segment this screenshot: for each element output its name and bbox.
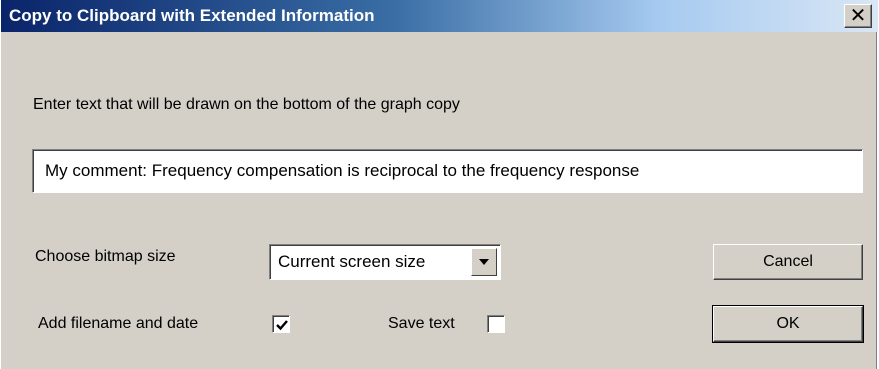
window-title: Copy to Clipboard with Extended Informat… bbox=[9, 6, 375, 25]
ok-button[interactable]: OK bbox=[712, 305, 864, 343]
save-text-checkbox[interactable] bbox=[487, 315, 505, 333]
add-filename-label: Add filename and date bbox=[38, 315, 199, 332]
bitmap-size-select[interactable]: Current screen size bbox=[269, 244, 501, 280]
bitmap-size-value: Current screen size bbox=[278, 252, 426, 271]
save-text-label: Save text bbox=[388, 315, 455, 332]
comment-input[interactable] bbox=[32, 149, 863, 193]
title-bar[interactable]: Copy to Clipboard with Extended Informat… bbox=[1, 0, 878, 32]
close-button[interactable]: ✕ bbox=[844, 4, 872, 28]
close-icon: ✕ bbox=[849, 3, 867, 27]
cancel-button[interactable]: Cancel bbox=[713, 244, 863, 280]
checkmark-icon bbox=[276, 320, 288, 331]
comment-prompt: Enter text that will be drawn on the bot… bbox=[33, 96, 460, 113]
add-filename-checkbox[interactable] bbox=[272, 315, 290, 333]
chevron-down-icon[interactable] bbox=[471, 248, 497, 276]
dialog-window: Copy to Clipboard with Extended Informat… bbox=[0, 0, 878, 369]
bitmap-size-label: Choose bitmap size bbox=[35, 248, 176, 265]
